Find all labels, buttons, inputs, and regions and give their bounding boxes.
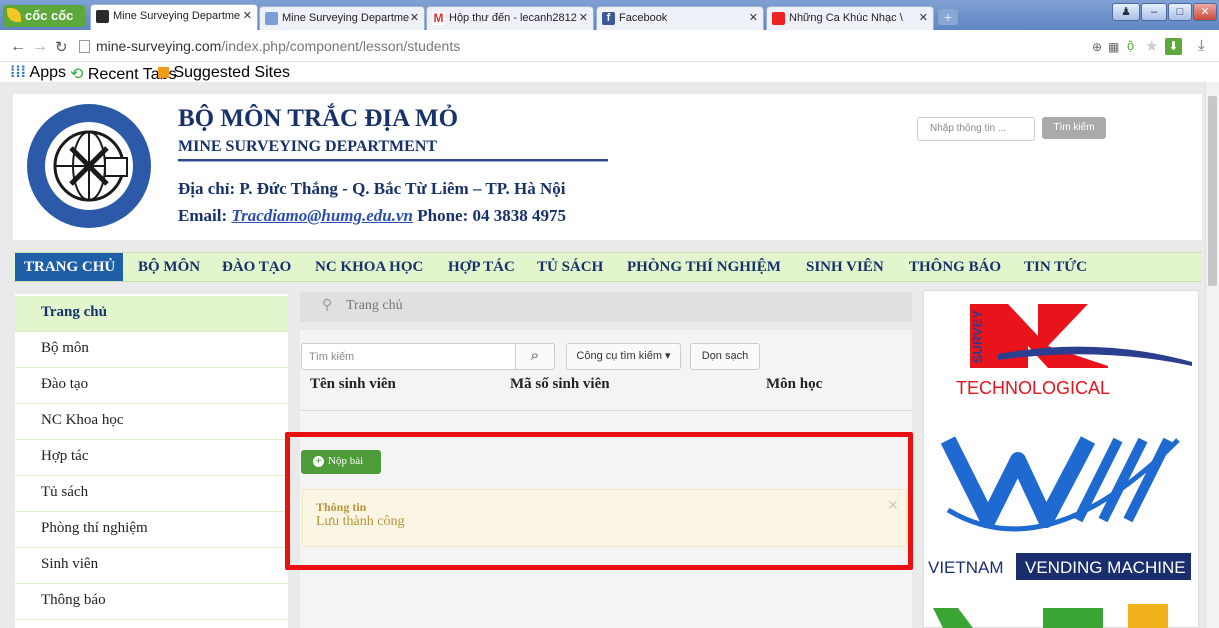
ad1-side-label: SURVEY xyxy=(970,310,985,364)
nav-item-cooperation[interactable]: HỢP TÁC xyxy=(448,259,515,276)
browser-tab-3[interactable]: M Hộp thư đến - lecanh2812 ✕ xyxy=(426,6,594,30)
search-icon[interactable]: ⌕ xyxy=(515,343,555,370)
new-tab-button[interactable]: + xyxy=(938,9,958,25)
email-link[interactable]: Tracdiamo@humg.edu.vn xyxy=(231,206,413,225)
nav-item-home[interactable]: TRANG CHỦ xyxy=(15,253,124,281)
nav-item-library[interactable]: TỦ SÁCH xyxy=(537,259,603,276)
highlight-box xyxy=(285,432,913,570)
close-window-button[interactable]: ✕ xyxy=(1193,3,1217,21)
save-icon[interactable]: ⤓ xyxy=(1198,37,1205,54)
browser-tab-1[interactable]: Mine Surveying Departme ✕ xyxy=(90,4,258,30)
close-tab-icon[interactable]: ✕ xyxy=(579,11,588,24)
youtube-icon xyxy=(772,12,785,25)
facebook-icon: f xyxy=(602,12,615,25)
recent-tabs-icon: ⟲ xyxy=(70,66,84,83)
table-divider xyxy=(300,410,912,411)
sidebar-item-cooperation[interactable]: Hợp tác xyxy=(15,440,288,476)
ad1-label: TECHNOLOGICAL xyxy=(956,378,1110,398)
sidebar-item-lab[interactable]: Phòng thí nghiệm xyxy=(15,512,288,548)
apps-grid-icon: ⁞⁞⁞ xyxy=(10,64,26,81)
sidebar-item-news[interactable]: Thông báo xyxy=(15,584,288,620)
page-icon xyxy=(79,40,90,53)
breadcrumb-home[interactable]: Trang chủ xyxy=(346,298,403,314)
search-input[interactable]: Tìm kiếm xyxy=(301,343,516,370)
site-favicon-icon xyxy=(265,12,278,25)
close-tab-icon[interactable]: ✕ xyxy=(919,11,928,24)
ad-vtech[interactable] xyxy=(928,598,1194,628)
sidebar-item-home[interactable]: Trang chủ xyxy=(15,296,288,332)
department-logo xyxy=(27,104,151,228)
window-profile-button[interactable]: ♟ xyxy=(1112,3,1140,21)
ad-survey-technological[interactable]: SURVEY TECHNOLOGICAL xyxy=(928,296,1194,400)
column-header-name[interactable]: Tên sinh viên xyxy=(310,376,396,393)
sidebar-item-research[interactable]: NC Khoa học xyxy=(15,404,288,440)
location-pin-icon: ⚲ xyxy=(322,296,333,312)
sidebar-item-library[interactable]: Tủ sách xyxy=(15,476,288,512)
nav-item-news[interactable]: THÔNG BÁO xyxy=(909,259,1001,276)
column-header-subject[interactable]: Môn học xyxy=(766,376,822,393)
header-search-button[interactable]: Tìm kiếm xyxy=(1042,117,1106,139)
site-contact: Email: Tracdiamo@humg.edu.vn Phone: 04 3… xyxy=(178,206,566,225)
sidebar-item-training[interactable]: Đào tạo xyxy=(15,368,288,404)
header-divider xyxy=(178,159,608,162)
nav-item-training[interactable]: ĐÀO TẠO xyxy=(222,259,291,276)
bookmark-suggested-sites[interactable]: Suggested Sites xyxy=(158,64,290,82)
site-subtitle: MINE SURVEYING DEPARTMENT xyxy=(178,138,438,155)
gmail-icon: M xyxy=(432,11,445,25)
maximize-button[interactable]: □ xyxy=(1168,3,1192,21)
bookmark-star-icon[interactable]: ★ xyxy=(1145,37,1158,55)
close-tab-icon[interactable]: ✕ xyxy=(749,11,758,24)
minimize-button[interactable]: – xyxy=(1141,3,1167,21)
nav-item-department[interactable]: BỘ MÔN xyxy=(138,259,200,276)
reload-icon[interactable]: ↻ xyxy=(55,38,68,56)
browser-tab-4[interactable]: f Facebook ✕ xyxy=(596,6,764,30)
site-favicon-icon xyxy=(96,10,109,23)
close-tab-icon[interactable]: ✕ xyxy=(243,9,252,22)
nav-item-research[interactable]: NC KHOA HỌC xyxy=(315,259,423,276)
search-tools-button[interactable]: Công cụ tìm kiếm ▾ xyxy=(566,343,681,370)
url-field[interactable]: mine-surveying.com/index.php/component/l… xyxy=(96,38,460,54)
sidebar-item-students[interactable]: Sinh viên xyxy=(15,548,288,584)
site-address: Địa chỉ: P. Đức Thắng - Q. Bắc Từ Liêm –… xyxy=(178,179,566,198)
ad2-label-vietnam: VIETNAM xyxy=(928,558,1004,577)
column-header-student-id[interactable]: Mã số sinh viên xyxy=(510,376,610,393)
coccoc-logo-icon xyxy=(7,8,21,22)
ad-vending-machine[interactable]: VIETNAM VENDING MACHINE xyxy=(928,420,1194,590)
forward-icon[interactable]: → xyxy=(32,38,48,56)
clear-button[interactable]: Dọn sạch xyxy=(690,343,760,370)
browser-tab-5[interactable]: Những Ca Khúc Nhạc \ ✕ xyxy=(766,6,934,30)
extension-icon[interactable]: ộ xyxy=(1127,38,1134,53)
ad2-label-vending: VENDING MACHINE xyxy=(1025,558,1186,577)
suggested-sites-icon xyxy=(158,67,169,78)
browser-brand[interactable]: cốc cốc xyxy=(3,5,85,27)
scrollbar-thumb[interactable] xyxy=(1208,96,1217,286)
nav-item-articles[interactable]: TIN TỨC xyxy=(1024,259,1087,276)
back-icon[interactable]: ← xyxy=(10,38,26,56)
close-tab-icon[interactable]: ✕ xyxy=(410,11,419,24)
bookmark-apps[interactable]: ⁞⁞⁞ Apps xyxy=(10,64,66,82)
download-icon[interactable]: ⬇ xyxy=(1165,38,1182,55)
nav-item-lab[interactable]: PHÒNG THÍ NGHIỆM xyxy=(627,259,781,276)
translate-icon[interactable]: ▦ xyxy=(1108,40,1119,54)
zoom-icon[interactable]: ⊕ xyxy=(1092,40,1102,54)
header-search-input[interactable]: Nhập thông tin ... xyxy=(917,117,1035,141)
nav-item-students[interactable]: SINH VIÊN xyxy=(806,259,884,276)
browser-tab-2[interactable]: Mine Surveying Departme ✕ xyxy=(259,6,425,30)
site-title: BỘ MÔN TRẮC ĐỊA MỎ xyxy=(178,105,459,132)
sidebar-item-department[interactable]: Bộ môn xyxy=(15,332,288,368)
